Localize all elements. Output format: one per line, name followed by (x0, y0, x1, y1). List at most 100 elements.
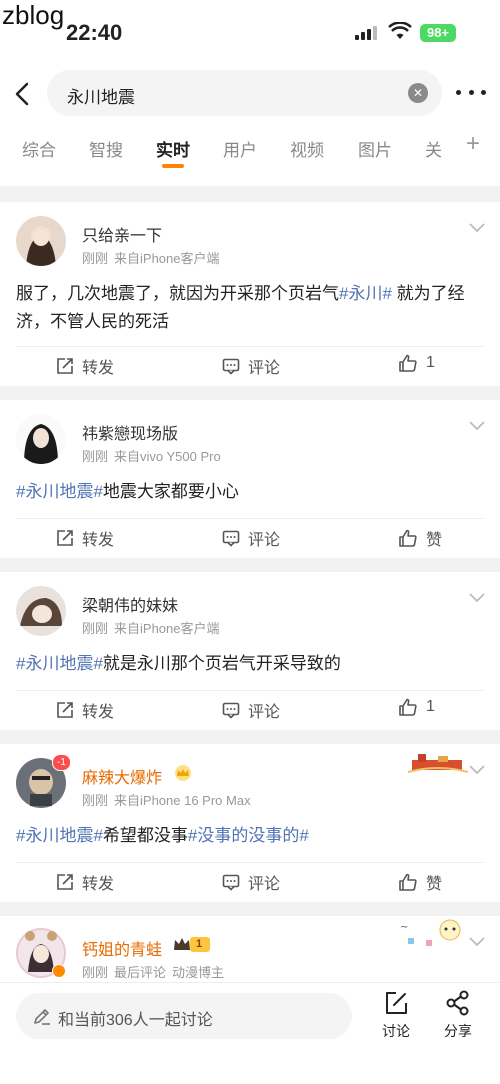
svg-text:~: ~ (400, 922, 408, 933)
like-button[interactable]: 赞 (398, 526, 442, 550)
comment-button[interactable]: 评论 (222, 526, 280, 550)
watermark: zblog (2, 0, 65, 30)
post-time: 刚刚 (82, 793, 109, 808)
signal-icon (355, 26, 377, 40)
username[interactable]: 梁朝伟的妹妹 (82, 592, 178, 616)
tab-videos[interactable]: 视频 (290, 136, 324, 161)
post-time: 刚刚 (82, 965, 109, 980)
discuss-placeholder: 和当前306人一起讨论 (58, 1012, 213, 1029)
topic-link[interactable]: #永川地震# (16, 482, 103, 501)
share-button[interactable]: 分享 (438, 989, 478, 1041)
level-badge: 1 (172, 936, 211, 952)
discuss-button[interactable]: 讨论 (376, 989, 416, 1041)
search-query: 永川地震 (67, 88, 135, 107)
decoration-banner-icon (408, 754, 468, 773)
post-text: #永川地震#希望都没事#没事的没事的# (16, 826, 309, 845)
tab-bar: 综合 智搜 实时 用户 视频 图片 关 + (0, 126, 500, 186)
comment-button[interactable]: 评论 (222, 698, 280, 722)
post-card[interactable]: 只给亲一下 刚刚 来自iPhone客户端 服了，几次地震了，就因为开采那个页岩气#… (0, 202, 500, 386)
post-card[interactable]: 钙姐的青蛙 1 ~ 刚刚 最后评论 动漫博主 (0, 916, 500, 986)
wifi-icon (388, 21, 412, 45)
chevron-down-icon[interactable] (468, 764, 486, 776)
topic-link[interactable]: #永川# (339, 284, 392, 303)
topic-link[interactable]: #没事的没事的# (188, 826, 309, 845)
avatar[interactable] (16, 586, 66, 636)
post-source: 来自iPhone客户端 (114, 251, 220, 266)
avatar[interactable]: -1 (16, 754, 71, 808)
chevron-down-icon[interactable] (468, 936, 486, 948)
add-tab-button[interactable]: + (466, 130, 480, 158)
comment-icon (222, 530, 240, 547)
repost-button[interactable]: 转发 (56, 526, 114, 550)
battery-icon: 98+ (420, 24, 456, 42)
post-time: 刚刚 (82, 251, 109, 266)
thumbs-up-icon (399, 529, 417, 547)
repost-icon (57, 530, 73, 546)
verified-icon (52, 964, 66, 978)
comment-button[interactable]: 评论 (222, 354, 280, 378)
avatar[interactable] (16, 928, 66, 978)
post-card[interactable]: 梁朝伟的妹妹 刚刚 来自iPhone客户端 #永川地震#就是永川那个页岩气开采导致… (0, 572, 500, 730)
tab-realtime[interactable]: 实时 (156, 136, 190, 161)
post-actions: 转发 评论 1 (0, 690, 500, 730)
like-button[interactable]: 1 (398, 698, 435, 716)
tab-comprehensive[interactable]: 综合 (22, 136, 56, 161)
close-circle-icon[interactable]: ✕ (408, 83, 428, 103)
comment-button[interactable]: 评论 (222, 870, 280, 894)
post-meta: 刚刚 最后评论 动漫博主 (82, 962, 224, 981)
tab-users[interactable]: 用户 (223, 136, 257, 161)
username[interactable]: 祎紫戀现场版 (82, 420, 178, 444)
pencil-icon (34, 1009, 50, 1025)
back-button[interactable] (8, 76, 36, 112)
crown-badge-icon (175, 765, 191, 781)
tab-smart-search[interactable]: 智搜 (89, 136, 123, 161)
post-source: 最后评论 (114, 965, 167, 980)
post-meta: 刚刚 来自iPhone客户端 (82, 248, 220, 267)
chevron-left-icon (15, 82, 29, 106)
notification-badge: -1 (52, 754, 71, 771)
chevron-down-icon[interactable] (468, 592, 486, 604)
repost-button[interactable]: 转发 (56, 870, 114, 894)
post-card[interactable]: -1 麻辣大爆炸 刚刚 来自iPhone 16 Pro Max #永川地震#希望都… (0, 744, 500, 902)
user-tag: 动漫博主 (172, 965, 225, 980)
username[interactable]: 麻辣大爆炸 (82, 764, 162, 788)
like-button[interactable]: 1 (398, 354, 435, 372)
search-header: 永川地震 ✕ (0, 62, 500, 126)
post-source: 来自vivo Y500 Pro (114, 449, 221, 464)
post-text: 服了，几次地震了，就因为开采那个页岩气#永川# 就为了经济，不管人民的死活 (16, 284, 465, 331)
username[interactable]: 钙姐的青蛙 (82, 936, 162, 960)
bottom-bar: 和当前306人一起讨论 讨论 分享 (0, 982, 500, 1084)
edit-square-icon (386, 992, 407, 1014)
repost-button[interactable]: 转发 (56, 354, 114, 378)
chevron-down-icon[interactable] (468, 420, 486, 432)
repost-icon (57, 702, 73, 718)
post-meta: 刚刚 来自iPhone 16 Pro Max (82, 790, 251, 809)
post-time: 刚刚 (82, 621, 109, 636)
post-source: 来自iPhone 16 Pro Max (114, 793, 251, 808)
more-dots-icon[interactable] (456, 80, 486, 104)
thumbs-up-icon (399, 698, 417, 716)
post-time: 刚刚 (82, 449, 109, 464)
post-text: #永川地震#就是永川那个页岩气开采导致的 (16, 654, 341, 673)
search-input[interactable]: 永川地震 ✕ (47, 70, 442, 116)
post-meta: 刚刚 来自vivo Y500 Pro (82, 446, 221, 465)
tab-related[interactable]: 关 (425, 136, 442, 161)
repost-button[interactable]: 转发 (56, 698, 114, 722)
avatar[interactable] (16, 414, 66, 464)
post-card[interactable]: 祎紫戀现场版 刚刚 来自vivo Y500 Pro #永川地震#地震大家都要小心 … (0, 400, 500, 558)
topic-link[interactable]: #永川地震# (16, 654, 103, 673)
active-tab-indicator (162, 164, 184, 168)
discuss-input[interactable]: 和当前306人一起讨论 (16, 993, 352, 1039)
username[interactable]: 只给亲一下 (82, 222, 162, 246)
comment-icon (222, 702, 240, 719)
comment-icon (222, 874, 240, 891)
comment-icon (222, 358, 240, 375)
repost-icon (57, 358, 73, 374)
thumbs-up-icon (399, 354, 417, 372)
chevron-down-icon[interactable] (468, 222, 486, 234)
post-meta: 刚刚 来自iPhone客户端 (82, 618, 220, 637)
like-button[interactable]: 赞 (398, 870, 442, 894)
tab-images[interactable]: 图片 (358, 136, 392, 161)
avatar[interactable] (16, 216, 66, 266)
topic-link[interactable]: #永川地震# (16, 826, 103, 845)
